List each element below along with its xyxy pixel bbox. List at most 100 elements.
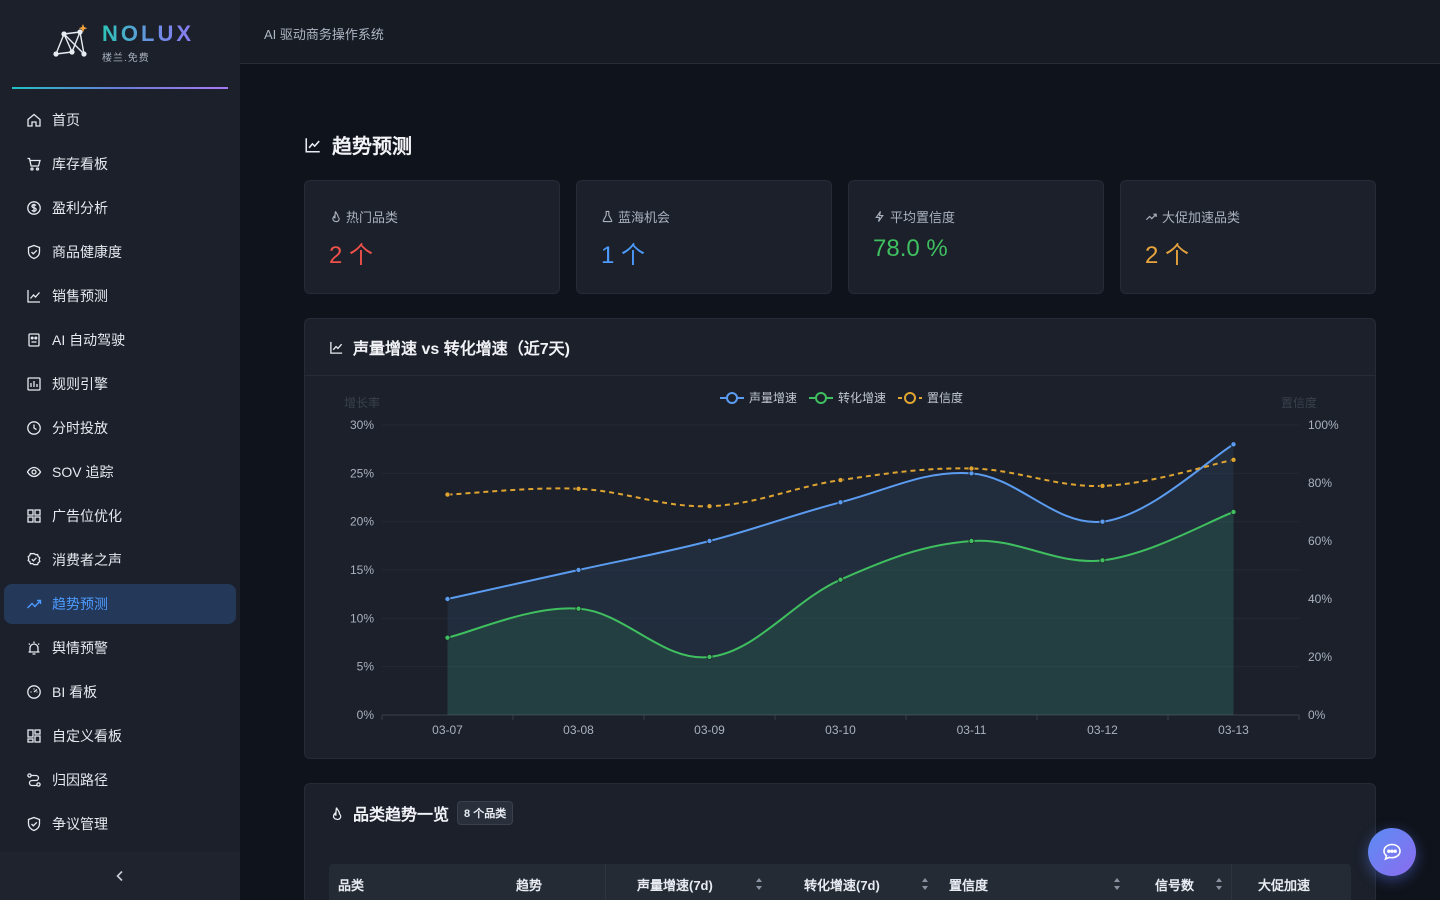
- chevron-left-icon: [116, 870, 123, 882]
- chat-bubble-icon: [1383, 843, 1401, 861]
- page-title: 趋势预测: [304, 130, 412, 159]
- column-label: 声量增速(7d): [637, 877, 713, 893]
- sidebar-item-custom-dashboard[interactable]: 自定义看板: [4, 716, 236, 756]
- stat-label-text: 大促加速品类: [1162, 210, 1241, 225]
- column-header-category[interactable]: 品类: [329, 864, 507, 900]
- brand[interactable]: NOLUX 楼兰.免费: [12, 0, 228, 90]
- data-point: [968, 465, 975, 472]
- clock-icon: [27, 421, 41, 435]
- column-header-promo-accel[interactable]: 大促加速: [1231, 864, 1351, 900]
- sort-icon[interactable]: [1215, 876, 1223, 892]
- x-tick-label: 03-10: [825, 723, 856, 737]
- fire-icon: [332, 806, 342, 820]
- sidebar-item-inventory[interactable]: 库存看板: [4, 144, 236, 184]
- sidebar-item-label: 销售预测: [52, 288, 108, 304]
- column-header-conversion-growth[interactable]: 转化增速(7d): [771, 864, 937, 900]
- sidebar-item-dispute-management[interactable]: 争议管理: [4, 804, 236, 844]
- rise-icon: [1145, 213, 1157, 221]
- trend-chart-card: 声量增速 vs 转化增速（近7天) 0% 5% 10% 15% 20% 25% 30% 0% 2…: [304, 318, 1376, 759]
- sidebar-item-sentiment-alert[interactable]: 舆情预警: [4, 628, 236, 668]
- sidebar-item-sales-forecast[interactable]: 销售预测: [4, 276, 236, 316]
- sort-icon[interactable]: [1113, 876, 1121, 892]
- data-point: [706, 537, 713, 544]
- y-tick-label: 5%: [357, 660, 375, 674]
- y-tick-label: 30%: [350, 418, 374, 432]
- sidebar-item-sov-tracking[interactable]: SOV 追踪: [4, 452, 236, 492]
- line-chart-icon: [330, 341, 343, 354]
- sidebar-item-label: 广告位优化: [52, 508, 122, 524]
- sidebar-item-ad-placement[interactable]: 广告位优化: [4, 496, 236, 536]
- column-label: 转化增速(7d): [804, 877, 880, 893]
- sidebar-item-label: AI 自动驾驶: [52, 332, 126, 348]
- sidebar-item-bi-dashboard[interactable]: BI 看板: [4, 672, 236, 712]
- sidebar-item-profit[interactable]: 盈利分析: [4, 188, 236, 228]
- y-axis-label: 增长率: [344, 395, 380, 410]
- sidebar-item-dayparting[interactable]: 分时投放: [4, 408, 236, 448]
- robot-icon: [28, 333, 40, 347]
- x-tick-label: 03-08: [563, 723, 594, 737]
- brand-subtitle: 楼兰.免费: [102, 53, 150, 64]
- sidebar-item-trend-forecast[interactable]: 趋势预测: [4, 584, 236, 624]
- sidebar-item-label: 归因路径: [52, 772, 108, 788]
- sidebar-item-product-health[interactable]: 商品健康度: [4, 232, 236, 272]
- line-chart-icon: [27, 290, 40, 303]
- sidebar-item-label: 分时投放: [52, 420, 108, 436]
- sidebar-item-attribution-path[interactable]: 归因路径: [4, 760, 236, 800]
- y-tick-label: 10%: [350, 611, 374, 625]
- sidebar-item-label: 趋势预测: [52, 596, 108, 612]
- rules-icon: [27, 377, 41, 391]
- data-point: [1230, 441, 1237, 448]
- brand-divider: [12, 87, 228, 89]
- data-point: [575, 485, 582, 492]
- legend-marker: [904, 392, 916, 404]
- topbar: AI 驱动商务操作系统: [240, 0, 1440, 64]
- y-tick-label: 15%: [350, 563, 374, 577]
- legend-marker: [726, 392, 738, 404]
- y-tick-label: 20%: [350, 515, 374, 529]
- grid-icon: [27, 509, 41, 523]
- shield-check-icon: [27, 816, 41, 832]
- sidebar-collapse-button[interactable]: [0, 852, 240, 900]
- data-point: [444, 491, 451, 498]
- sidebar-item-label: 争议管理: [52, 816, 108, 832]
- stat-label: 平均置信度: [873, 207, 955, 226]
- column-label: 置信度: [949, 877, 989, 893]
- stat-card-avg-confidence: 平均置信度 78.0 %: [848, 180, 1104, 294]
- sidebar-item-label: 舆情预警: [52, 640, 108, 656]
- table-title: 品类趋势一览: [353, 807, 450, 824]
- x-tick-label: 03-07: [432, 723, 463, 737]
- column-label: 品类: [338, 877, 365, 893]
- column-header-trend[interactable]: 趋势: [507, 864, 606, 900]
- sidebar-item-label: 自定义看板: [52, 728, 122, 744]
- cart-icon: [27, 157, 41, 171]
- y-tick-label: 25%: [350, 466, 374, 480]
- sort-icon[interactable]: [755, 876, 763, 892]
- stat-label-text: 平均置信度: [890, 210, 956, 225]
- sidebar-item-voice-of-customer[interactable]: 消费者之声: [4, 540, 236, 580]
- stat-label: 热门品类: [329, 207, 398, 226]
- trend-chart[interactable]: 0% 5% 10% 15% 20% 25% 30% 0% 20% 40% 60% 80% 100% 增长率…: [305, 377, 1375, 759]
- y-right-tick-label: 60%: [1308, 534, 1332, 548]
- badge-icon: [27, 552, 41, 566]
- sidebar-item-rules-engine[interactable]: 规则引擎: [4, 364, 236, 404]
- column-header-confidence[interactable]: 置信度: [937, 864, 1129, 900]
- trend-icon: [27, 599, 42, 609]
- sidebar-item-label: SOV 追踪: [52, 464, 114, 480]
- column-header-volume-growth[interactable]: 声量增速(7d): [606, 864, 771, 900]
- sidebar-item-home[interactable]: 首页: [4, 100, 236, 140]
- legend-marker: [815, 392, 827, 404]
- table-header: 品类 趋势 声量增速(7d) 转化增速(7d) 置信度 信号数 大促加速: [329, 864, 1351, 900]
- sidebar-item-label: 消费者之声: [52, 552, 122, 568]
- column-header-signal-count[interactable]: 信号数: [1129, 864, 1231, 900]
- chart-card-header: 声量增速 vs 转化增速（近7天): [305, 319, 1375, 376]
- logo-icon: [53, 24, 88, 57]
- sidebar-nav: 首页 库存看板 盈利分析 商品健康度 销售预测 AI 自动驾驶 规则引擎 分时投…: [0, 100, 240, 848]
- data-point: [837, 499, 844, 506]
- lightning-icon: [875, 211, 884, 222]
- chat-assistant-button[interactable]: [1368, 828, 1416, 876]
- y-right-axis-label: 置信度: [1281, 395, 1317, 410]
- sort-icon[interactable]: [921, 876, 929, 892]
- sidebar-item-ai-autopilot[interactable]: AI 自动驾驶: [4, 320, 236, 360]
- stat-value: 2 个: [329, 242, 374, 269]
- sidebar-item-label: 首页: [52, 112, 80, 128]
